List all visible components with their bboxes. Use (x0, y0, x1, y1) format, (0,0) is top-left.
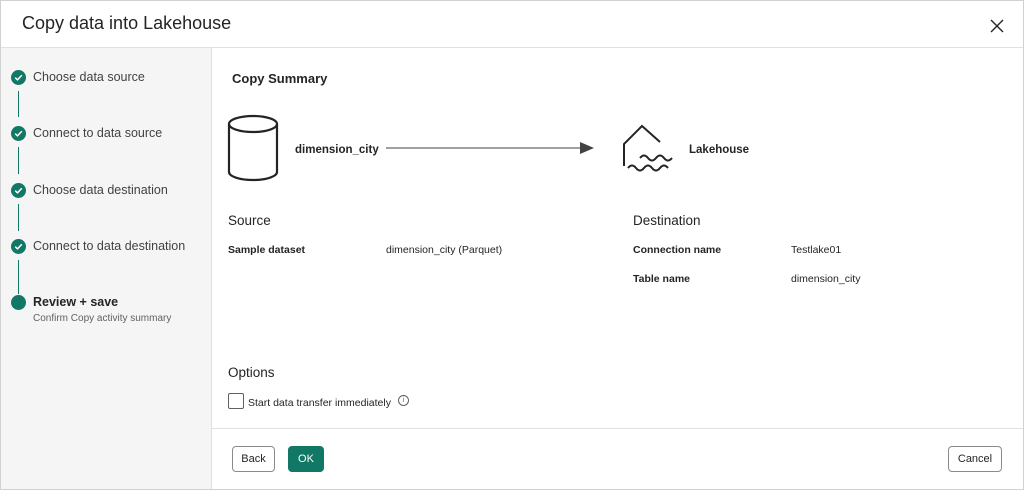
arrow-right-icon (386, 141, 596, 160)
source-heading: Source (228, 213, 271, 228)
source-name-label: dimension_city (295, 144, 379, 156)
destination-name-label: Lakehouse (689, 144, 750, 156)
step-label: Choose data destination (33, 183, 168, 197)
destination-heading: Destination (633, 213, 701, 228)
dialog-header: Copy data into Lakehouse (1, 1, 1023, 48)
checkmark-icon (11, 239, 26, 254)
dialog-footer: Back OK Cancel (212, 428, 1023, 490)
checkmark-icon (11, 70, 26, 85)
lakehouse-icon (620, 122, 676, 181)
options-heading: Options (228, 365, 275, 380)
checkmark-icon (11, 183, 26, 198)
info-icon[interactable]: i (398, 395, 409, 406)
start-transfer-label: Start data transfer immediately (248, 397, 391, 409)
start-transfer-checkbox[interactable] (228, 393, 244, 409)
dialog-title: Copy data into Lakehouse (22, 13, 232, 33)
step-label: Connect to data source (33, 126, 163, 140)
connection-name-value: Testlake01 (791, 244, 842, 256)
connection-name-key: Connection name (633, 244, 722, 256)
source-dataset-key: Sample dataset (228, 244, 306, 256)
table-name-key: Table name (633, 273, 690, 285)
wizard-steps-sidebar: Choose data source Connect to data sourc… (1, 48, 212, 489)
cancel-button[interactable]: Cancel (948, 446, 1002, 472)
close-icon[interactable] (987, 16, 1007, 36)
step-label: Choose data source (33, 70, 145, 84)
back-button[interactable]: Back (232, 446, 275, 472)
main-content: Copy Summary dimension_city Lakehouse So… (212, 48, 1023, 428)
copy-data-dialog: Copy data into Lakehouse Choose data sou… (0, 0, 1024, 490)
table-name-value: dimension_city (791, 273, 861, 285)
current-step-icon (11, 295, 26, 310)
checkmark-icon (11, 126, 26, 141)
step-connector (18, 260, 19, 294)
step-sublabel: Confirm Copy activity summary (33, 313, 172, 324)
step-label: Connect to data destination (33, 239, 186, 253)
copy-summary-title: Copy Summary (232, 71, 328, 86)
database-icon (227, 114, 279, 187)
step-label: Review + save (33, 295, 119, 309)
step-connector (18, 91, 19, 117)
source-dataset-value: dimension_city (Parquet) (386, 244, 503, 256)
step-connector (18, 204, 19, 231)
step-connector (18, 147, 19, 174)
ok-button[interactable]: OK (288, 446, 324, 472)
